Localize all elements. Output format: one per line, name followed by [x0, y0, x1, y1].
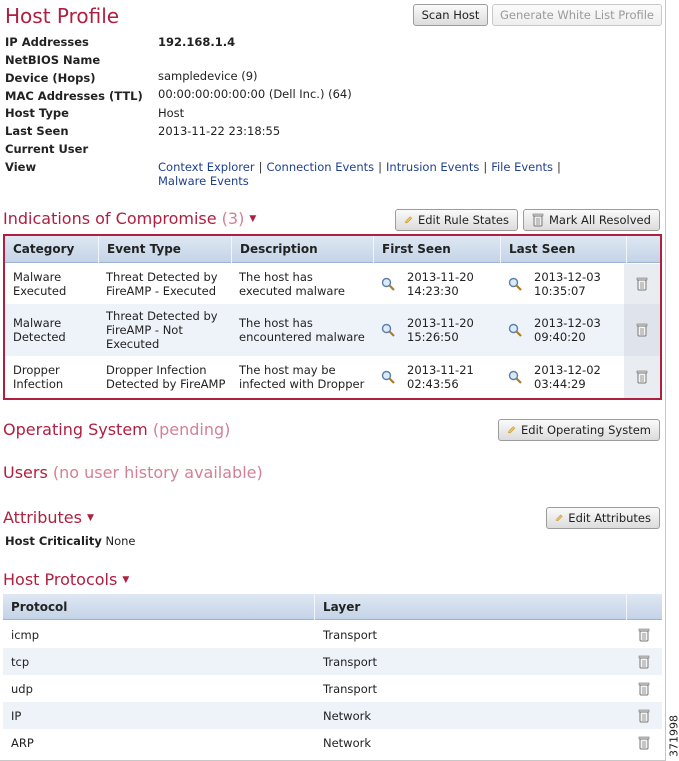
column-header-category[interactable]: Category: [5, 236, 99, 263]
table-row[interactable]: IP Network: [3, 702, 662, 729]
info-label: NetBIOS Name: [5, 53, 101, 67]
users-status: (no user history available): [52, 463, 263, 482]
table-row[interactable]: icmp Transport: [3, 621, 662, 648]
trash-icon[interactable]: [638, 682, 650, 696]
info-label: Device (Hops): [5, 71, 96, 85]
info-label: Last Seen: [5, 124, 69, 138]
info-label: IP Addresses: [5, 35, 89, 49]
connection-events-link[interactable]: Connection Events: [266, 160, 374, 174]
table-row[interactable]: ARP Network: [3, 729, 662, 756]
device-hops-value: sampledevice (9): [158, 69, 258, 83]
host-protocols-section-title[interactable]: Host Protocols ▼: [3, 570, 129, 589]
protocols-table: Protocol Layer icmp Transport tcp Transp…: [3, 594, 662, 760]
table-row[interactable]: udp Transport: [3, 675, 662, 702]
info-label: MAC Addresses (TTL): [5, 89, 143, 103]
caret-down-icon: ▼: [249, 213, 257, 224]
host-profile-panel: Host Profile Scan Host Generate White Li…: [0, 0, 666, 761]
caret-down-icon: ▼: [122, 574, 130, 585]
host-criticality: Host Criticality None: [5, 534, 136, 548]
magnifier-icon[interactable]: [381, 323, 395, 337]
edit-attributes-button[interactable]: Edit Attributes: [546, 507, 660, 529]
column-header-first-seen[interactable]: First Seen: [374, 236, 501, 263]
magnifier-icon[interactable]: [508, 323, 522, 337]
info-label: Current User: [5, 142, 89, 156]
column-header-description[interactable]: Description: [232, 236, 374, 263]
last-seen-value: 2013-11-22 23:18:55: [158, 124, 281, 138]
trash-icon[interactable]: [638, 628, 650, 642]
edit-operating-system-button[interactable]: Edit Operating System: [498, 419, 660, 441]
protocols-table-header: Protocol Layer: [3, 594, 662, 620]
os-section-title: Operating System (pending): [3, 420, 231, 439]
trash-icon[interactable]: [638, 709, 650, 723]
caret-down-icon: ▼: [86, 512, 94, 523]
magnifier-icon[interactable]: [508, 277, 522, 291]
host-type-value: Host: [158, 106, 185, 120]
pencil-icon: [507, 426, 516, 434]
column-header-layer[interactable]: Layer: [315, 594, 627, 620]
table-row[interactable]: Malware Executed Threat Detected by FireAM…: [5, 264, 660, 304]
trash-icon: [532, 213, 544, 227]
attributes-section-title[interactable]: Attributes ▼: [3, 508, 94, 527]
host-criticality-value: None: [105, 534, 136, 548]
trash-icon[interactable]: [636, 277, 648, 291]
trash-icon[interactable]: [636, 370, 648, 384]
pencil-icon: [555, 514, 563, 521]
table-row[interactable]: Malware Detected Threat Detected by FireAM…: [5, 304, 660, 356]
mac-address-value: 00:00:00:00:00:00 (Dell Inc.) (64): [158, 87, 352, 101]
generate-whitelist-button[interactable]: Generate White List Profile: [492, 4, 662, 26]
ip-address-value: 192.168.1.4: [158, 35, 236, 49]
intrusion-events-link[interactable]: Intrusion Events: [386, 160, 479, 174]
mark-all-resolved-button[interactable]: Mark All Resolved: [523, 209, 660, 231]
trash-icon[interactable]: [638, 736, 650, 750]
ioc-table-header: Category Event Type Description First Se…: [5, 236, 660, 263]
context-explorer-link[interactable]: Context Explorer: [158, 160, 255, 174]
ioc-section-title[interactable]: Indications of Compromise (3) ▼: [3, 209, 256, 228]
scan-host-button[interactable]: Scan Host: [413, 4, 488, 26]
column-header-event-type[interactable]: Event Type: [99, 236, 232, 263]
pencil-icon: [404, 216, 413, 224]
magnifier-icon[interactable]: [381, 277, 395, 291]
os-status: (pending): [152, 420, 231, 439]
file-events-link[interactable]: File Events: [491, 160, 553, 174]
table-row[interactable]: Dropper Infection Dropper Infection Detect…: [5, 356, 660, 398]
info-label: Host Type: [5, 106, 69, 120]
ioc-table: Category Event Type Description First Se…: [3, 234, 662, 400]
view-label: View: [5, 160, 37, 174]
magnifier-icon[interactable]: [508, 370, 522, 384]
column-header-last-seen[interactable]: Last Seen: [501, 236, 627, 263]
edit-rule-states-button[interactable]: Edit Rule States: [395, 209, 518, 231]
trash-icon[interactable]: [638, 655, 650, 669]
table-row[interactable]: tcp Transport: [3, 648, 662, 675]
trash-icon[interactable]: [636, 323, 648, 337]
column-header-protocol[interactable]: Protocol: [3, 594, 315, 620]
figure-id: 371998: [667, 715, 679, 757]
malware-events-link[interactable]: Malware Events: [158, 174, 249, 188]
users-section-title: Users (no user history available): [3, 463, 263, 482]
magnifier-icon[interactable]: [381, 370, 395, 384]
view-links: Context Explorer | Connection Events | Intru…: [158, 160, 561, 174]
page-title: Host Profile: [5, 4, 120, 28]
